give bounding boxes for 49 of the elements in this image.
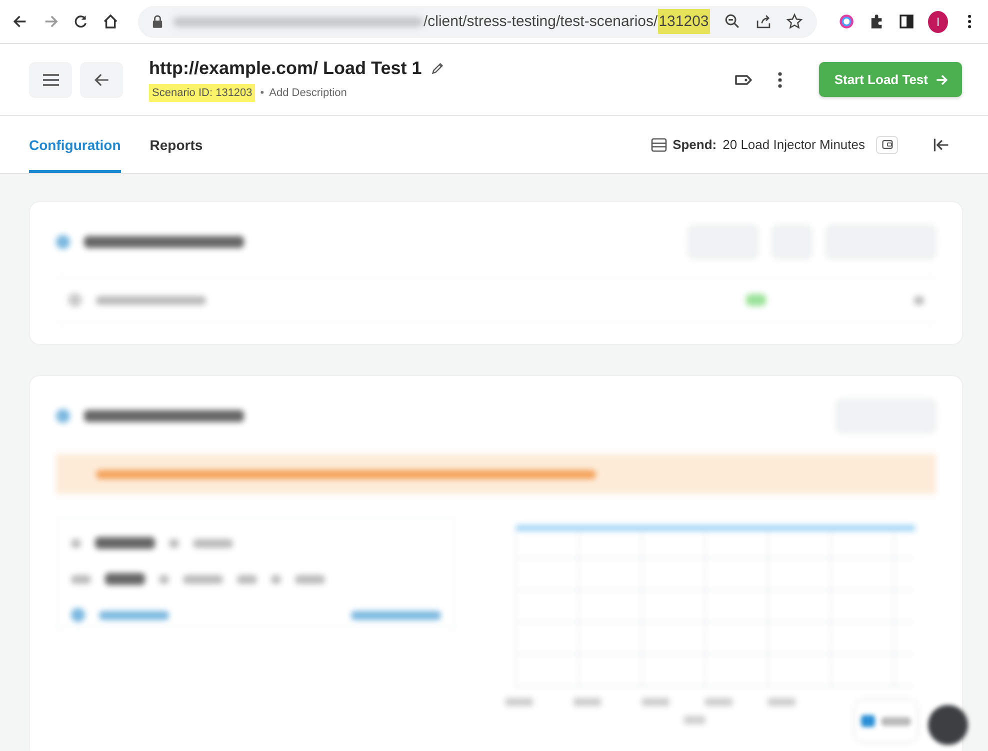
side-panel-icon[interactable] <box>898 12 916 31</box>
collapse-icon[interactable] <box>932 136 950 154</box>
home-icon[interactable] <box>102 12 120 31</box>
back-button[interactable] <box>80 62 123 98</box>
menu-icon <box>42 74 60 86</box>
share-icon[interactable] <box>754 13 772 30</box>
blurred-text <box>193 538 233 548</box>
url-text: /client/stress-testing/test-scenarios/ <box>423 13 658 30</box>
blurred-text <box>881 716 911 726</box>
blurred-text <box>105 573 145 585</box>
blurred-badge <box>746 294 766 306</box>
more-icon[interactable] <box>777 70 784 90</box>
blurred-text <box>159 574 169 584</box>
blurred-text <box>71 574 91 584</box>
server-icon <box>650 138 667 152</box>
blurred-text <box>237 574 257 584</box>
address-bar[interactable]: /client/stress-testing/test-scenarios/131203 <box>138 6 817 38</box>
star-icon[interactable] <box>786 13 803 30</box>
chat-icon <box>861 715 875 727</box>
blurred-icon <box>56 235 70 249</box>
blurred-icon <box>56 409 70 423</box>
profile-avatar[interactable]: I <box>928 10 948 32</box>
highlighted-text: 131203 <box>658 9 710 34</box>
wallet-button[interactable] <box>876 136 898 154</box>
blurred-icon <box>68 293 82 307</box>
separator-dot: • <box>260 86 264 98</box>
scenario-title: http://example.com/ Load Test 1 <box>149 58 422 78</box>
menu-button[interactable] <box>29 62 72 98</box>
arrow-right-icon <box>936 74 948 85</box>
edit-icon[interactable] <box>430 60 445 76</box>
blurred-text <box>183 574 223 584</box>
blurred-text <box>169 538 179 548</box>
zoom-icon[interactable] <box>724 13 741 30</box>
extension-icon[interactable] <box>838 12 855 31</box>
help-button[interactable] <box>928 705 968 745</box>
blurred-text <box>271 574 281 584</box>
blurred-text <box>295 574 325 584</box>
blurred-text <box>95 537 155 549</box>
spend-label: Spend: <box>672 137 717 152</box>
blurred-icon <box>71 608 85 622</box>
spend-value: 20 Load Injector Minutes <box>722 137 865 152</box>
blurred-text <box>71 538 81 548</box>
lock-icon <box>152 15 164 28</box>
add-description-link[interactable]: Add Description <box>269 86 347 98</box>
tab[interactable]: Reports <box>150 116 203 173</box>
scenario-id: Scenario ID: 131203 <box>149 84 256 102</box>
blurred-icon <box>914 296 924 304</box>
back-arrow-icon <box>94 73 109 86</box>
wallet-icon <box>882 139 892 150</box>
